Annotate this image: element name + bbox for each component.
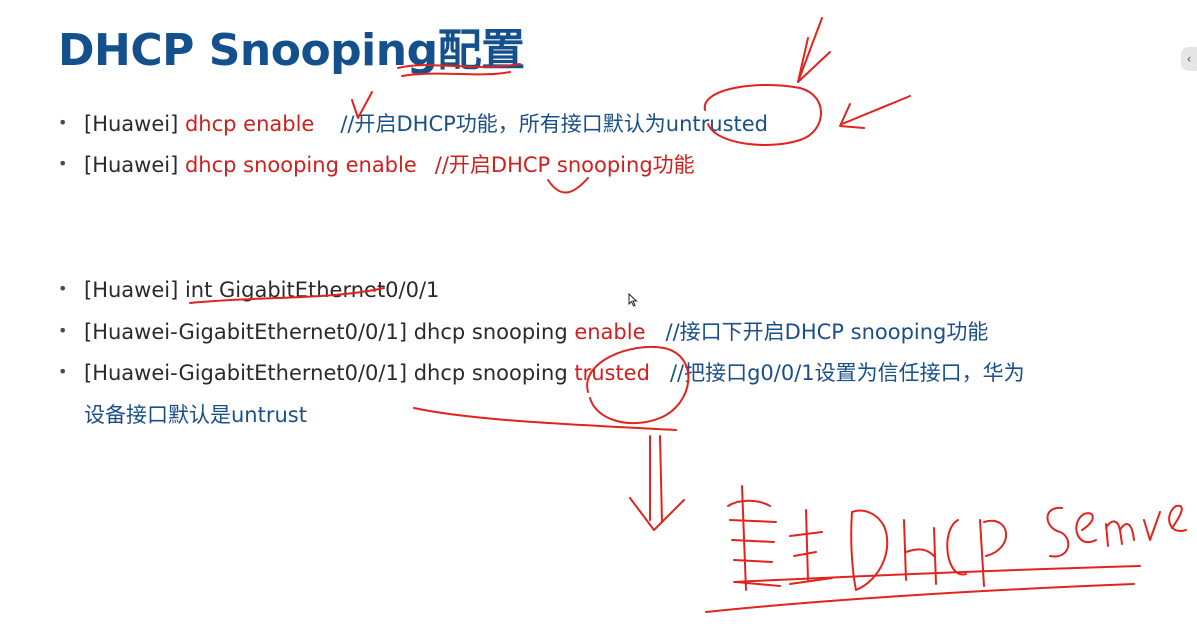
- arrow-stroke: [839, 103, 865, 129]
- handwriting-stroke: [946, 519, 967, 576]
- bullet-line-2: • [Huawei] dhcp snooping enable //开启DHCP s…: [58, 151, 695, 180]
- bullet-line-1: • [Huawei] dhcp enable //开启DHCP功能，所有接口默认为u…: [58, 110, 768, 139]
- arrow-stroke: [841, 95, 911, 125]
- bullet-dot: •: [58, 154, 68, 173]
- handwriting-stroke: [727, 485, 781, 591]
- mouse-cursor-icon: [628, 293, 638, 307]
- line-1-command: dhcp enable: [184, 112, 315, 136]
- line-1-prefix: [Huawei]: [84, 112, 185, 136]
- underline-stroke: [413, 407, 677, 431]
- line-1-comment: //开启DHCP功能，所有接口默认为untrusted: [340, 112, 769, 136]
- handwriting-stroke: [1046, 506, 1070, 558]
- line-2-comment: //开启DHCP snooping功能: [434, 153, 695, 177]
- arrow-stroke: [797, 37, 831, 83]
- slide-title: DHCP Snooping配置: [58, 25, 525, 76]
- underline-stroke: [733, 565, 1141, 583]
- collapse-chevron-icon[interactable]: ‹: [1181, 47, 1197, 71]
- line-5-continuation: 设备接口默认是untrust: [84, 403, 307, 427]
- arrow-stroke: [797, 17, 823, 83]
- line-2-prefix: [Huawei]: [84, 153, 185, 177]
- handwriting-stroke: [1075, 512, 1097, 544]
- line-5-comment: //把接口g0/0/1设置为信任接口，华为: [669, 361, 1025, 385]
- line-3-text: [Huawei] int GigabitEthernet0/0/1: [84, 278, 440, 302]
- handwriting-stroke: [1168, 504, 1187, 533]
- line-5-command: trusted: [574, 361, 650, 385]
- underline-stroke: [705, 583, 1135, 613]
- line-4-prefix: [Huawei-GigabitEthernet0/0/1] dhcp snoop…: [84, 320, 575, 344]
- handwriting-stroke: [1143, 511, 1161, 541]
- bullet-dot: •: [58, 362, 68, 381]
- line-4-command: enable: [574, 320, 646, 344]
- arrow-stroke: [629, 497, 685, 531]
- bullet-dot: •: [58, 113, 68, 132]
- pen-annotations: [189, 17, 1187, 613]
- bullet-dot: •: [58, 321, 68, 340]
- bullet-line-3: • [Huawei] int GigabitEthernet0/0/1: [58, 276, 439, 305]
- handwriting-stroke: [903, 519, 937, 585]
- bullet-line-5: • [Huawei-GigabitEthernet0/0/1] dhcp snoo…: [58, 359, 1025, 388]
- line-5-prefix: [Huawei-GigabitEthernet0/0/1] dhcp snoop…: [84, 361, 575, 385]
- bullet-line-4: • [Huawei-GigabitEthernet0/0/1] dhcp snoo…: [58, 318, 988, 347]
- check-stroke: [547, 177, 589, 194]
- handwriting-stroke: [1105, 520, 1135, 547]
- handwriting-stroke: [789, 509, 833, 585]
- arrow-stroke: [659, 435, 663, 523]
- handwriting-stroke: [979, 519, 1007, 587]
- line-2-command: dhcp snooping enable: [184, 153, 417, 177]
- line-4-comment: //接口下开启DHCP snooping功能: [665, 320, 989, 344]
- bullet-dot: •: [58, 279, 68, 298]
- handwriting-stroke: [850, 509, 889, 591]
